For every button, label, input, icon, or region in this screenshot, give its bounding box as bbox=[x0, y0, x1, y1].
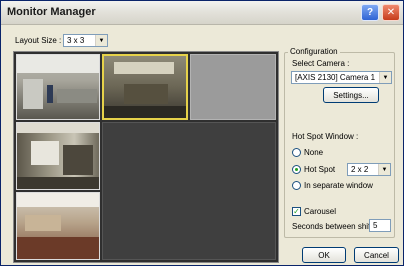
cancel-button[interactable]: Cancel bbox=[354, 247, 399, 263]
radio-separate-window[interactable] bbox=[292, 181, 301, 190]
camera-view-3[interactable] bbox=[190, 54, 276, 120]
carousel-checkbox[interactable]: ✓ bbox=[292, 207, 301, 216]
radio-hot-spot[interactable] bbox=[292, 165, 301, 174]
person-figure bbox=[47, 85, 53, 103]
camera-dropdown[interactable]: [AXIS 2130] Camera 1 ▼ bbox=[291, 71, 392, 84]
chevron-down-icon[interactable]: ▼ bbox=[95, 35, 107, 46]
camera-view-7[interactable] bbox=[16, 192, 100, 260]
layout-size-label: Layout Size : bbox=[15, 36, 62, 45]
window-pane bbox=[31, 141, 59, 165]
radio-none-label: None bbox=[304, 148, 324, 157]
chevron-down-icon[interactable]: ▼ bbox=[379, 72, 391, 83]
carousel-label: Carousel bbox=[304, 207, 337, 216]
radio-hot-spot-label: Hot Spot bbox=[304, 165, 336, 174]
close-button[interactable]: ✕ bbox=[382, 4, 400, 21]
camera-view-1[interactable] bbox=[16, 54, 100, 120]
question-mark-icon: ? bbox=[366, 7, 374, 18]
radio-none[interactable] bbox=[292, 148, 301, 157]
radio-separate-window-label: In separate window bbox=[304, 181, 373, 190]
close-icon: ✕ bbox=[386, 7, 396, 18]
wall-panel bbox=[25, 215, 61, 231]
monitor-manager-window: Monitor Manager ? ✕ Layout Size : 3 x 3 … bbox=[0, 0, 404, 266]
ok-button[interactable]: OK bbox=[302, 247, 346, 263]
layout-size-value: 3 x 3 bbox=[67, 36, 85, 45]
configuration-title: Configuration bbox=[288, 47, 340, 56]
window-title: Monitor Manager bbox=[7, 6, 96, 18]
select-camera-label: Select Camera : bbox=[292, 59, 350, 68]
camera-view-4[interactable] bbox=[16, 122, 100, 190]
checkmark-icon: ✓ bbox=[293, 207, 300, 216]
camera-grid bbox=[13, 51, 279, 263]
hot-spot-size-value: 2 x 2 bbox=[351, 165, 369, 174]
hot-spot-window-label: Hot Spot Window : bbox=[292, 132, 359, 141]
seconds-between-shifts-label: Seconds between shifts: bbox=[292, 222, 379, 231]
floor bbox=[104, 106, 186, 118]
workbench bbox=[124, 84, 168, 104]
ceiling bbox=[17, 55, 99, 73]
camera-value: [AXIS 2130] Camera 1 bbox=[295, 73, 376, 82]
chevron-down-icon[interactable]: ▼ bbox=[378, 164, 390, 175]
carpet bbox=[17, 237, 99, 259]
window-pane bbox=[23, 79, 43, 109]
cabinet bbox=[63, 145, 93, 175]
hot-spot-view[interactable] bbox=[102, 122, 276, 260]
desk-partition bbox=[57, 89, 97, 103]
floor bbox=[17, 177, 99, 189]
camera-view-2[interactable] bbox=[102, 54, 188, 120]
settings-button[interactable]: Settings... bbox=[323, 87, 379, 103]
help-button[interactable]: ? bbox=[361, 4, 379, 21]
seconds-between-shifts-input[interactable]: 5 bbox=[369, 219, 391, 232]
ceiling bbox=[17, 123, 99, 133]
layout-size-dropdown[interactable]: 3 x 3 ▼ bbox=[63, 34, 108, 47]
lights bbox=[114, 62, 174, 74]
hot-spot-size-dropdown[interactable]: 2 x 2 ▼ bbox=[347, 163, 391, 176]
title-bar[interactable]: Monitor Manager ? ✕ bbox=[1, 1, 403, 25]
ceiling bbox=[17, 193, 99, 207]
